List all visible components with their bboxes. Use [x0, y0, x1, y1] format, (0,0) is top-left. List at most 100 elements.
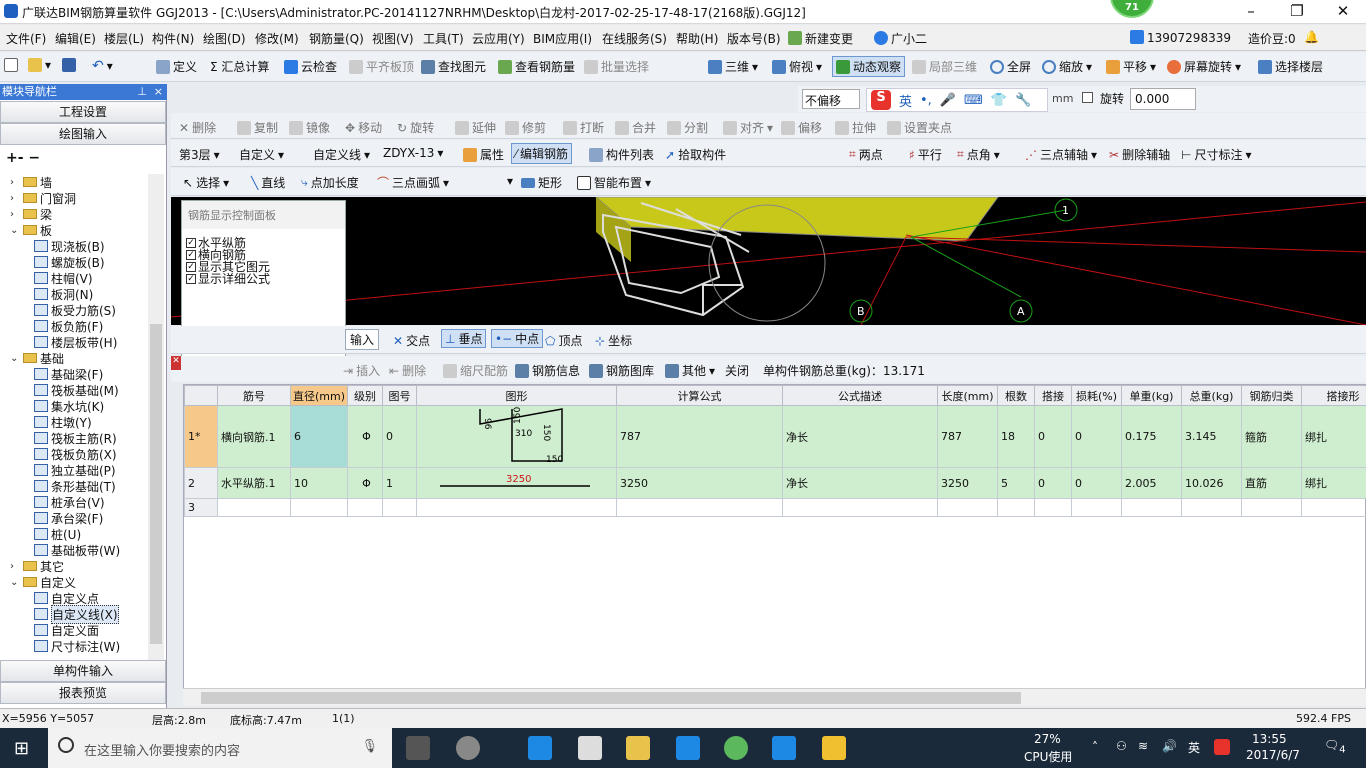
dimension-button[interactable]: ⊢ 尺寸标注 ▾ [1181, 146, 1252, 163]
bar-no-cell[interactable]: 水平纵筋.1 [217, 467, 291, 499]
tree-item[interactable]: › 墙 [10, 174, 52, 190]
select-button[interactable]: ↖ 选择 ▾ [183, 174, 229, 191]
col-formula-desc[interactable]: 公式描述 [782, 385, 938, 406]
browser-icon[interactable] [456, 736, 480, 760]
menu-assistant[interactable]: 广小二 [874, 30, 927, 47]
sogou-tray-icon[interactable] [1214, 739, 1230, 755]
point-length-button[interactable]: ⤷ 点加长度 [301, 174, 359, 191]
menu-modify[interactable]: 修改(M) [255, 30, 299, 47]
store-icon[interactable] [578, 736, 602, 760]
cloud-check-button[interactable]: 云检查 [284, 58, 337, 75]
tree-item[interactable]: 桩承台(V) [34, 494, 105, 510]
input-button[interactable]: 输入 [345, 329, 380, 350]
diameter-cell[interactable] [290, 498, 348, 517]
line-button[interactable]: ╲ 直线 [251, 174, 285, 191]
length-cell[interactable]: 3250 [937, 467, 998, 499]
tree-item[interactable]: 承台梁(F) [34, 510, 103, 526]
rebar-library-button[interactable]: 钢筋图库 [589, 362, 654, 379]
menu-bim[interactable]: BIM应用(I) [533, 30, 592, 47]
delete-button[interactable]: ✕ 删除 [179, 119, 216, 136]
length-cell[interactable] [937, 498, 998, 517]
align-slab-top-button[interactable]: 平齐板顶 [349, 58, 414, 75]
rect-dropdown[interactable]: ▾ [507, 174, 513, 188]
menu-component[interactable]: 构件(N) [152, 30, 194, 47]
total-weight-cell[interactable] [1181, 498, 1242, 517]
lap-cell[interactable]: 0 [1034, 467, 1072, 499]
expand-all-icon[interactable]: +- − [6, 150, 40, 166]
category-cell[interactable] [1241, 498, 1302, 517]
fig-no-cell[interactable]: 1 [382, 467, 417, 499]
pane-close-icon[interactable]: ✕ [171, 356, 181, 370]
volume-icon[interactable]: 🔊 [1162, 739, 1177, 753]
glodon-icon[interactable] [676, 736, 700, 760]
total-weight-cell[interactable]: 10.026 [1181, 467, 1242, 499]
tree-item[interactable]: 柱墩(Y) [34, 414, 92, 430]
summary-calc-button[interactable]: Σ 汇总计算 [210, 58, 269, 75]
tree-item[interactable]: 独立基础(P) [34, 462, 116, 478]
col-lap[interactable]: 搭接 [1034, 385, 1072, 406]
grade-cell[interactable]: Φ [347, 405, 383, 468]
pin-icon[interactable]: ⊥ [137, 84, 147, 100]
windows-start-icon[interactable]: ⊞ [14, 738, 29, 759]
menu-rebar-qty[interactable]: 钢筋量(Q) [309, 30, 364, 47]
menu-online[interactable]: 在线服务(S) [602, 30, 667, 47]
new-file-button[interactable] [4, 58, 18, 72]
scale-rebar-button[interactable]: 缩尺配筋 [443, 362, 508, 379]
tree-item[interactable]: ⌄ 基础 [10, 350, 64, 366]
row-num[interactable]: 3 [184, 498, 218, 517]
extend-button[interactable]: 延伸 [455, 119, 496, 136]
count-cell[interactable] [997, 498, 1035, 517]
diameter-cell[interactable]: 10 [290, 467, 348, 499]
col-diameter[interactable]: 直径(mm) [290, 385, 348, 406]
copy-button[interactable]: 复制 [237, 119, 278, 136]
row-num[interactable]: 1* [184, 405, 218, 468]
tree-item[interactable]: › 梁 [10, 206, 52, 222]
tree-item[interactable]: 自定义线(X) [34, 604, 119, 624]
trim-button[interactable]: 修剪 [505, 119, 546, 136]
save-button[interactable] [62, 58, 76, 72]
screen-rotate-button[interactable]: 屏幕旋转 ▾ [1167, 58, 1241, 75]
tray-people-icon[interactable]: ⚇ [1116, 739, 1127, 753]
shape-cell[interactable]: 96 150 310 150 150 [416, 405, 617, 468]
tree-item[interactable]: 柱帽(V) [34, 270, 93, 286]
snap-vertex-button[interactable]: ⬠ 顶点 [545, 332, 582, 349]
offset-button[interactable]: 偏移 [781, 119, 822, 136]
col-category[interactable]: 钢筋归类 [1241, 385, 1302, 406]
length-cell[interactable]: 787 [937, 405, 998, 468]
smart-layout-button[interactable]: 智能布置 ▾ [577, 174, 651, 191]
report-preview-button[interactable]: 报表预览 [0, 682, 166, 704]
rectangle-button[interactable]: 矩形 [521, 174, 562, 191]
notes-icon[interactable] [822, 736, 846, 760]
undo-button[interactable]: ↶ ▾ [92, 58, 113, 74]
snap-intersection-button[interactable]: ✕ 交点 [393, 332, 430, 349]
explorer-icon[interactable] [626, 736, 650, 760]
rotate-angle-input[interactable]: 0.000 [1130, 88, 1196, 110]
arc-button[interactable]: ⌒ 三点画弧 ▾ [377, 174, 449, 191]
row-num[interactable]: 2 [184, 467, 218, 499]
close-button[interactable]: ✕ [1320, 0, 1366, 24]
fig-no-cell[interactable] [382, 498, 417, 517]
count-cell[interactable]: 5 [997, 467, 1035, 499]
ime-toolbar[interactable]: S 英 •, 🎤 ⌨ 👕 🔧 [866, 88, 1048, 112]
col-formula[interactable]: 计算公式 [616, 385, 783, 406]
tree-item[interactable]: › 其它 [10, 558, 64, 574]
view-rebar-qty-button[interactable]: 查看钢筋量 [498, 58, 575, 75]
count-cell[interactable]: 18 [997, 405, 1035, 468]
tree-item[interactable]: 桩(U) [34, 526, 81, 542]
tree-item[interactable]: 板负筋(F) [34, 318, 103, 334]
rebar-info-button[interactable]: 钢筋信息 [515, 362, 580, 379]
properties-button[interactable]: 属性 [463, 146, 504, 163]
parallel-axis-button[interactable]: ♯ 平行 [909, 146, 942, 163]
loss-cell[interactable] [1071, 498, 1122, 517]
tray-ime[interactable]: 英 [1188, 739, 1200, 756]
project-settings-button[interactable]: 工程设置 [0, 101, 166, 123]
unit-weight-cell[interactable]: 2.005 [1121, 467, 1182, 499]
menu-tools[interactable]: 工具(T) [423, 30, 464, 47]
table-row[interactable]: 3 [184, 498, 1366, 517]
zoom-button[interactable]: 缩放 ▾ [1042, 58, 1092, 75]
close-grid-button[interactable]: 关闭 [725, 362, 749, 379]
single-component-button[interactable]: 单构件输入 [0, 660, 166, 682]
menu-version[interactable]: 版本号(B) [727, 30, 781, 47]
app-green-icon[interactable] [724, 736, 748, 760]
show-detailed-formula-checkbox[interactable]: ✓ 显示详细公式 [186, 270, 270, 287]
